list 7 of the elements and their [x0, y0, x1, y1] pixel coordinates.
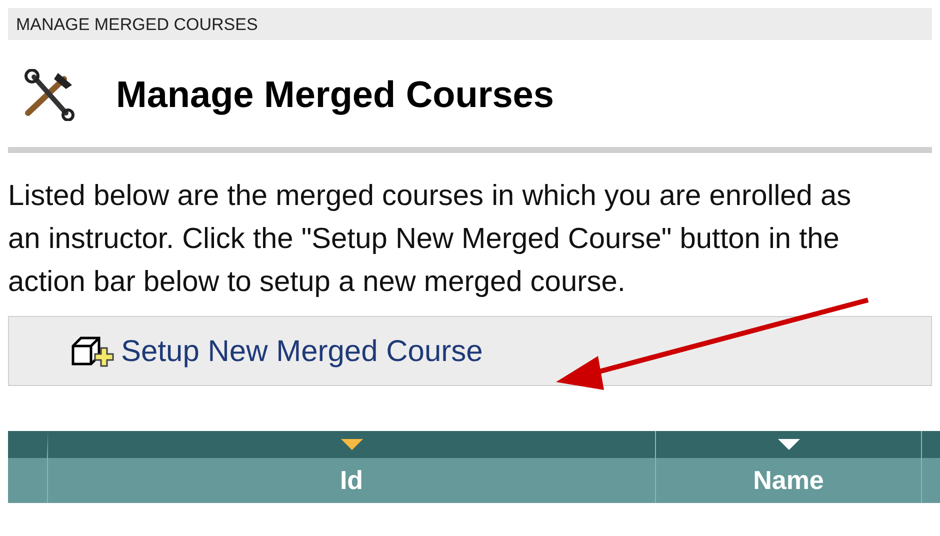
setup-merged-course-button[interactable]: Setup New Merged Course	[71, 328, 483, 374]
blank-header-cell	[8, 431, 48, 503]
add-box-icon	[71, 334, 117, 368]
description: Listed below are the merged courses in which you are enrolled as an instructor. Click the "Setup New Merged Course" button in the action bar below to setup a new merged course.	[8, 179, 852, 300]
breadcrumb: MANAGE MERGED COURSES	[16, 16, 258, 32]
page-title: Manage Merged Courses	[116, 73, 554, 118]
blank-header-cell	[922, 431, 940, 503]
